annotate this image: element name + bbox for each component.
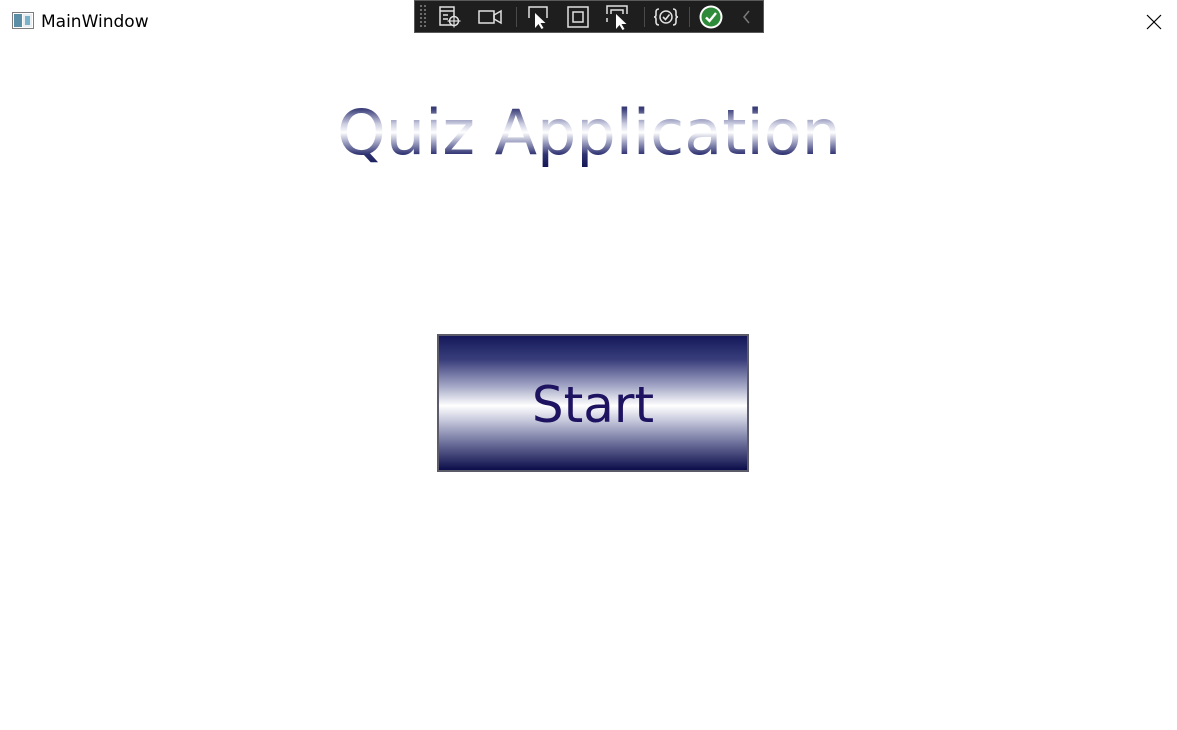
display-layout-adorners-icon <box>567 6 589 28</box>
track-focus-icon <box>606 5 628 30</box>
binding-check-button[interactable] <box>697 4 725 30</box>
track-focus-button[interactable] <box>604 4 632 30</box>
close-icon <box>1146 14 1162 30</box>
xaml-dev-toolbar <box>414 0 764 33</box>
window-title: MainWindow <box>41 12 149 32</box>
hot-reload-button[interactable] <box>652 4 680 30</box>
close-button[interactable] <box>1131 0 1177 44</box>
start-button-label: Start <box>531 376 655 434</box>
live-visual-tree-button[interactable] <box>436 4 464 30</box>
start-button[interactable]: Start <box>437 334 749 472</box>
hot-reload-icon <box>653 8 679 26</box>
page-title-text: Quiz Application <box>337 96 841 169</box>
page-title: Quiz Application <box>337 96 841 169</box>
collapse-toolbar-button[interactable] <box>735 4 759 30</box>
binding-check-icon <box>699 5 723 29</box>
collapse-chevron-icon <box>743 10 750 24</box>
page-title-container: Quiz Application <box>0 92 1177 172</box>
toolbar-grip[interactable] <box>420 5 428 29</box>
window-app-icon[interactable] <box>12 12 34 29</box>
select-element-icon <box>528 6 548 29</box>
select-element-button[interactable] <box>524 4 552 30</box>
live-visual-tree-icon <box>439 6 461 28</box>
display-layout-adorners-button[interactable] <box>564 4 592 30</box>
record-button[interactable] <box>476 4 504 30</box>
video-camera-icon <box>478 9 502 25</box>
main-window: MainWindow Quiz Application Start <box>0 0 1177 730</box>
